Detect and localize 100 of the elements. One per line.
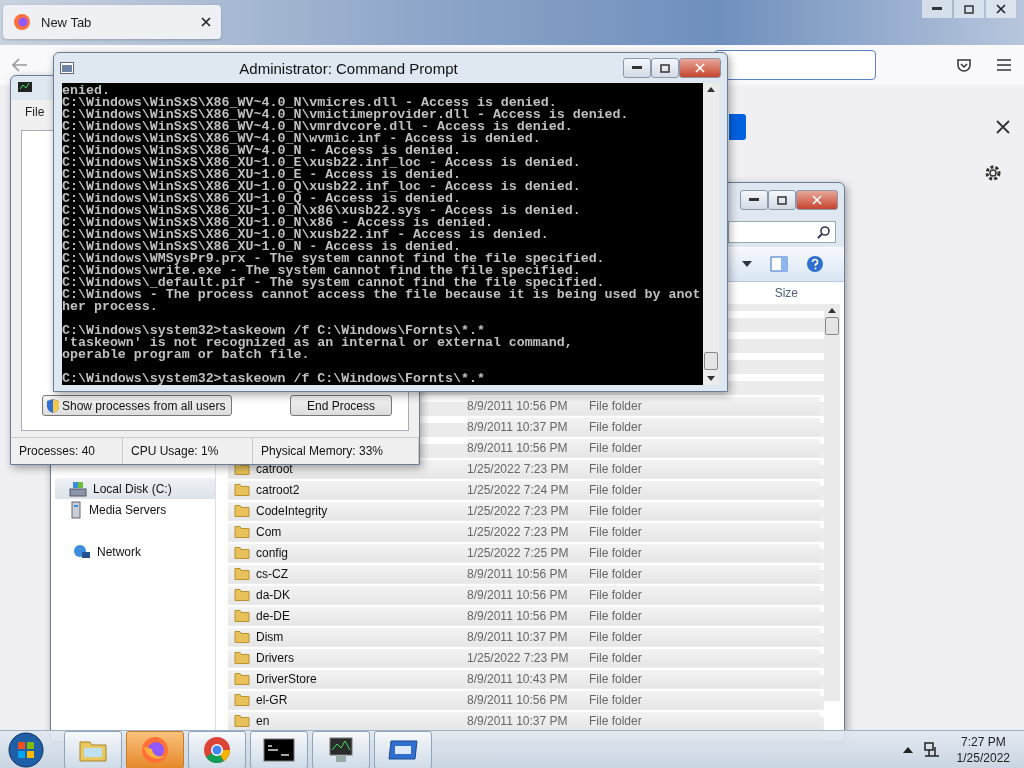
scroll-thumb[interactable] [825,317,839,335]
column-header[interactable]: Size [774,286,798,300]
file-row[interactable]: en 8/9/2011 10:37 PM File folder [228,712,820,730]
console-line: operable program or batch file. [62,349,311,361]
date-cell-text: 8/9/2011 10:56 PM [467,399,569,413]
taskbar-button[interactable] [312,730,370,768]
scroll-thumb[interactable] [704,352,718,370]
caret-icon[interactable] [742,261,752,267]
start-button[interactable] [6,730,46,768]
file-name: Dism [256,630,284,644]
file-row[interactable]: cs-CZ 8/9/2011 10:56 PM File folder [228,565,820,583]
pocket-icon[interactable] [956,57,972,73]
date-cell-text: 8/9/2011 10:37 PM [467,420,569,434]
date-cell-text: 8/9/2011 10:37 PM [467,630,569,644]
file-name: Com [256,525,282,539]
file-name: el-GR [256,693,288,707]
taskbar-button[interactable] [250,730,308,768]
console-line: C:\Windows\system32>taskeown /f C:\Windows\Fornts\*.* [62,325,485,337]
minimize-button[interactable] [922,0,952,18]
type-cell: File folder [589,546,642,560]
window-icon [387,737,419,762]
type-cell: File folder [589,588,642,602]
shield-icon [47,398,59,413]
taskbar-button[interactable] [374,730,432,768]
file-row[interactable]: Dism 8/9/2011 10:37 PM File folder [228,628,820,646]
file-row[interactable]: 8/9/2011 10:56 PM File folder [467,397,820,415]
search-field[interactable] [728,221,836,243]
console-line: C:\Windows - The process cannot access the file because it is being used by anot [62,289,702,301]
menu-icon[interactable] [996,58,1012,72]
tray-arrow-icon[interactable] [902,746,913,753]
scrollbar[interactable] [824,304,840,701]
maximize-button[interactable] [651,58,679,78]
folder-icon [234,484,250,496]
date-cell-text: 1/25/2022 7:23 PM [467,504,570,518]
type-cell: File folder [589,651,642,665]
console-line: C:\Windows\system32>taskeown /f C:\Windows\Fornts\*.* [62,373,486,385]
folder-icon [234,547,250,559]
nav-item[interactable]: Network [55,541,215,562]
minimize-icon [632,66,642,70]
type-cell: File folder [589,672,642,686]
restore-button[interactable] [954,0,984,18]
console-line: C:\Windows\WMSysPr9.prx - The system cannot find the file specified. [62,253,606,265]
chrome-icon [202,734,232,765]
file-name: de-DE [256,609,290,623]
console-line: her process. [62,301,159,313]
file-row[interactable]: 8/9/2011 10:56 PM File folder [467,439,820,457]
status-text: Processes: 40 [11,438,123,464]
search-icon [817,225,831,239]
file-row[interactable]: config 1/25/2022 7:25 PM File folder [228,544,820,562]
file-row[interactable]: el-GR 8/9/2011 10:56 PM File folder [228,691,820,709]
close-tab-icon [201,17,211,27]
maximize-icon [777,195,787,205]
scrollbar[interactable] [703,83,719,385]
maximize-button[interactable] [768,190,796,210]
close-icon[interactable] [996,120,1010,134]
folder-icon [234,568,250,580]
file-row[interactable]: de-DE 8/9/2011 10:56 PM File folder [228,607,820,625]
maximize-icon [964,4,974,14]
file-row[interactable]: CodeIntegrity 1/25/2022 7:23 PM File folder [228,502,820,520]
file-name: en [256,714,270,728]
close-icon [812,195,822,205]
file-name: catroot2 [256,483,300,497]
menu-item[interactable]: File [25,105,45,119]
file-row[interactable]: Drivers 1/25/2022 7:23 PM File folder [228,649,820,667]
file-row[interactable]: DriverStore 8/9/2011 10:43 PM File folder [228,670,820,688]
folder-icon [234,526,250,538]
type-cell: File folder [589,714,642,728]
clock[interactable]: 7:27 PM 1/25/2022 [956,733,1010,766]
console-line: enied. [62,85,110,97]
help-icon[interactable] [806,255,824,273]
console-line: C:\Windows\WinSxS\X86_WV~4.0_N\vmrdvcore.dll - Access is denied. [62,121,574,133]
minimize-button[interactable] [623,58,651,78]
file-row[interactable]: Com 1/25/2022 7:23 PM File folder [228,523,820,541]
file-name: Drivers [256,651,294,665]
type-cell: File folder [589,630,642,644]
date-cell-text: 1/25/2022 7:23 PM [467,651,570,665]
file-row[interactable]: catroot2 1/25/2022 7:24 PM File folder [228,481,820,499]
type-cell: File folder [589,525,642,539]
nav-item[interactable]: Local Disk (C:) [55,478,215,499]
monitor-icon [17,81,33,95]
browser-tab[interactable]: New Tab [3,5,221,39]
console-line: C:\Windows\WinSxS\X86_WV~4.0_N\wvmic.inf - Access is denied. [62,133,542,145]
end-process-button[interactable]: End Process [289,395,392,416]
console-line: C:\Windows\WinSxS\X86_XU~1.0_E\xusb22.inf_loc - Access is denied. [62,157,582,169]
nav-item[interactable]: Media Servers [55,499,215,520]
type-cell: File folder [589,462,642,476]
minimize-icon [932,7,942,11]
show-processes-button[interactable]: Show processes from all users [42,395,233,416]
status-text: Physical Memory: 33% [253,438,419,464]
file-row[interactable]: 8/9/2011 10:37 PM File folder [467,418,820,436]
folder-icon [234,652,250,664]
close-button[interactable] [986,0,1016,18]
minimize-button[interactable] [740,190,768,210]
file-row[interactable]: da-DK 8/9/2011 10:56 PM File folder [228,586,820,604]
settings-icon[interactable] [984,164,1002,182]
back-icon[interactable] [12,58,28,72]
network-icon [73,543,91,560]
address-field[interactable] [714,50,876,80]
network-icon[interactable] [922,740,941,759]
type-cell: File folder [589,693,642,707]
